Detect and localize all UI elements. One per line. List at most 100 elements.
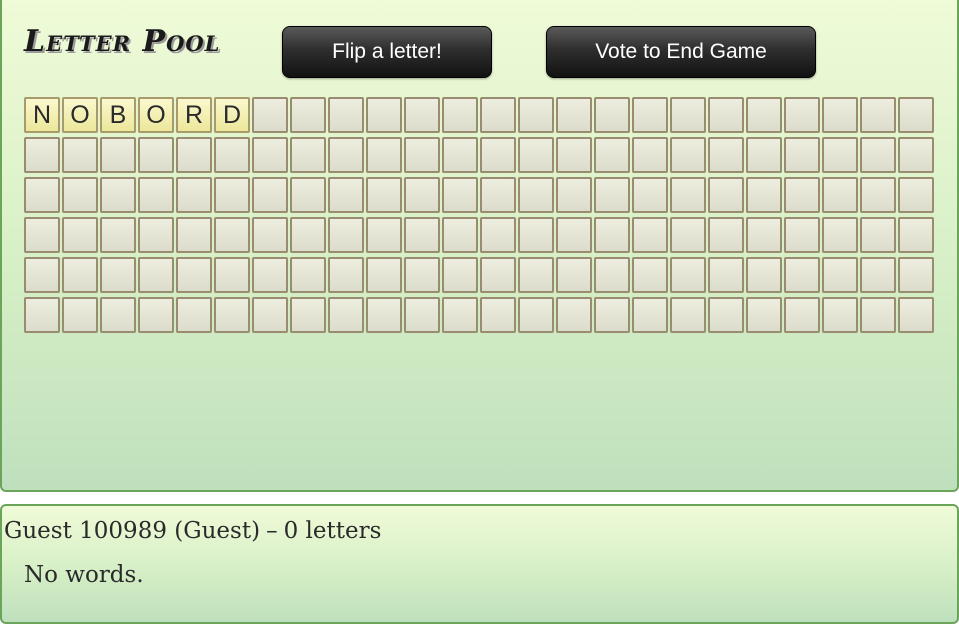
hidden-letter-tile [214, 257, 250, 293]
hidden-letter-tile [860, 97, 896, 133]
hidden-letter-tile [594, 217, 630, 253]
hidden-letter-tile [594, 257, 630, 293]
hidden-letter-tile [822, 297, 858, 333]
player-panel: Guest 100989 (Guest) –0 letters No words. [0, 504, 959, 624]
hidden-letter-tile [746, 97, 782, 133]
hidden-letter-tile [594, 137, 630, 173]
hidden-letter-tile [632, 137, 668, 173]
hidden-letter-tile [860, 297, 896, 333]
hidden-letter-tile [632, 97, 668, 133]
hidden-letter-tile [594, 97, 630, 133]
hidden-letter-tile [898, 257, 934, 293]
hidden-letter-tile [442, 97, 478, 133]
hidden-letter-tile [746, 177, 782, 213]
hidden-letter-tile [632, 177, 668, 213]
hidden-letter-tile [670, 97, 706, 133]
hidden-letter-tile [670, 217, 706, 253]
flip-letter-button[interactable]: Flip a letter! [282, 26, 492, 78]
flipped-letter-tile: R [176, 97, 212, 133]
hidden-letter-tile [366, 137, 402, 173]
hidden-letter-tile [328, 257, 364, 293]
hidden-letter-tile [214, 177, 250, 213]
hidden-letter-tile [784, 97, 820, 133]
hidden-letter-tile [290, 137, 326, 173]
hidden-letter-tile [24, 177, 60, 213]
hidden-letter-tile [822, 217, 858, 253]
hidden-letter-tile [784, 177, 820, 213]
hidden-letter-tile [518, 297, 554, 333]
hidden-letter-tile [404, 177, 440, 213]
hidden-letter-tile [176, 297, 212, 333]
hidden-letter-tile [670, 257, 706, 293]
hidden-letter-tile [252, 97, 288, 133]
hidden-letter-tile [708, 257, 744, 293]
hidden-letter-tile [404, 257, 440, 293]
hidden-letter-tile [366, 297, 402, 333]
hidden-letter-tile [784, 297, 820, 333]
hidden-letter-tile [442, 257, 478, 293]
hidden-letter-tile [708, 97, 744, 133]
hidden-letter-tile [898, 297, 934, 333]
hidden-letter-tile [366, 97, 402, 133]
hidden-letter-tile [518, 217, 554, 253]
hidden-letter-tile [898, 97, 934, 133]
hidden-letter-tile [100, 297, 136, 333]
hidden-letter-tile [214, 137, 250, 173]
hidden-letter-tile [556, 137, 592, 173]
hidden-letter-tile [480, 217, 516, 253]
letter-pool-panel: Letter Pool Flip a letter! Vote to End G… [0, 0, 959, 492]
hidden-letter-tile [898, 217, 934, 253]
hidden-letter-tile [556, 297, 592, 333]
hidden-letter-tile [404, 217, 440, 253]
hidden-letter-tile [366, 217, 402, 253]
hidden-letter-tile [100, 217, 136, 253]
hidden-letter-tile [62, 177, 98, 213]
hidden-letter-tile [290, 257, 326, 293]
hidden-letter-tile [708, 217, 744, 253]
hidden-letter-tile [518, 177, 554, 213]
player-separator: – [266, 518, 278, 544]
hidden-letter-tile [746, 297, 782, 333]
hidden-letter-tile [594, 297, 630, 333]
hidden-letter-tile [252, 217, 288, 253]
hidden-letter-tile [442, 177, 478, 213]
hidden-letter-tile [746, 257, 782, 293]
hidden-letter-tile [138, 217, 174, 253]
hidden-letter-tile [708, 177, 744, 213]
hidden-letter-tile [632, 297, 668, 333]
hidden-letter-tile [518, 97, 554, 133]
hidden-letter-tile [632, 217, 668, 253]
hidden-letter-tile [404, 137, 440, 173]
hidden-letter-tile [62, 137, 98, 173]
hidden-letter-tile [404, 297, 440, 333]
hidden-letter-tile [24, 137, 60, 173]
hidden-letter-tile [746, 217, 782, 253]
hidden-letter-tile [138, 297, 174, 333]
hidden-letter-tile [442, 217, 478, 253]
hidden-letter-tile [480, 177, 516, 213]
hidden-letter-tile [214, 217, 250, 253]
hidden-letter-tile [670, 297, 706, 333]
hidden-letter-tile [784, 257, 820, 293]
hidden-letter-tile [100, 137, 136, 173]
hidden-letter-tile [670, 177, 706, 213]
flipped-letter-tile: O [62, 97, 98, 133]
flipped-letter-tile: N [24, 97, 60, 133]
letter-pool-title: Letter Pool [24, 24, 221, 59]
hidden-letter-tile [784, 217, 820, 253]
hidden-letter-tile [632, 257, 668, 293]
hidden-letter-tile [442, 137, 478, 173]
vote-end-game-button[interactable]: Vote to End Game [546, 26, 816, 78]
hidden-letter-tile [290, 177, 326, 213]
hidden-letter-tile [860, 257, 896, 293]
hidden-letter-tile [176, 177, 212, 213]
hidden-letter-tile [328, 297, 364, 333]
hidden-letter-tile [176, 257, 212, 293]
hidden-letter-tile [860, 177, 896, 213]
hidden-letter-tile [62, 297, 98, 333]
hidden-letter-tile [24, 257, 60, 293]
hidden-letter-tile [24, 297, 60, 333]
hidden-letter-tile [290, 297, 326, 333]
hidden-letter-tile [518, 137, 554, 173]
flipped-letter-tile: O [138, 97, 174, 133]
